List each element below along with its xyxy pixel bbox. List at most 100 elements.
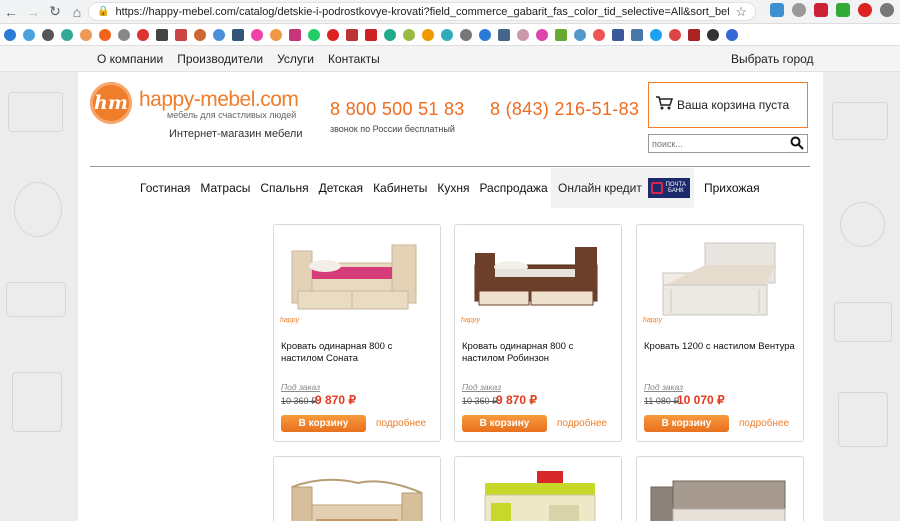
forward-icon[interactable]: → — [22, 1, 44, 23]
bookmark-icon[interactable] — [707, 28, 719, 41]
product-image[interactable] — [280, 233, 435, 335]
nav-link-manufacturers[interactable]: Производители — [177, 52, 263, 66]
search-input[interactable] — [649, 138, 785, 149]
extension-icon[interactable] — [770, 3, 784, 17]
details-link[interactable]: подробнее — [376, 418, 426, 429]
bookmark-icon[interactable] — [460, 28, 472, 41]
bookmark-icon[interactable] — [726, 28, 738, 41]
extension-icon[interactable] — [814, 3, 828, 17]
bookmark-icon[interactable] — [99, 28, 111, 41]
menu-item-kitchen[interactable]: Кухня — [437, 181, 469, 195]
url-text[interactable]: https://happy-mebel.com/catalog/detskie-… — [115, 6, 729, 18]
menu-item-living[interactable]: Гостиная — [140, 181, 190, 195]
opera-icon[interactable] — [858, 3, 872, 17]
product-image[interactable] — [274, 457, 440, 521]
add-to-cart-button[interactable]: В корзину — [462, 415, 547, 432]
product-card[interactable]: happy Кровать одинарная 800 с настилом С… — [273, 224, 441, 442]
bookmark-icon[interactable] — [536, 28, 548, 41]
bookmark-icon[interactable] — [61, 28, 73, 41]
bookmark-icon[interactable] — [327, 28, 339, 41]
product-title[interactable]: Кровать одинарная 800 с настилом Соната — [281, 341, 437, 365]
logo-text[interactable]: happy-mebel.com — [139, 88, 299, 112]
product-card[interactable]: happy Кровать 1200 с настилом Вентура По… — [636, 224, 804, 442]
bookmark-icon[interactable] — [498, 28, 510, 41]
add-to-cart-button[interactable]: В корзину — [281, 415, 366, 432]
bookmark-icon[interactable] — [80, 28, 92, 41]
reload-icon[interactable]: ↻ — [44, 1, 66, 23]
credit-label: Онлайн кредит — [558, 181, 642, 195]
bookmark-icon[interactable] — [42, 28, 54, 41]
menu-item-offices[interactable]: Кабинеты — [373, 181, 427, 195]
menu-item-hallway[interactable]: Прихожая — [704, 181, 760, 195]
bookmark-icon[interactable] — [517, 28, 529, 41]
search-icon[interactable] — [790, 136, 804, 150]
bookmark-icon[interactable] — [137, 28, 149, 41]
city-selector[interactable]: Выбрать город — [731, 52, 814, 66]
bookmark-icon[interactable] — [175, 28, 187, 41]
product-image[interactable] — [637, 457, 803, 521]
bookmark-icon[interactable] — [4, 28, 16, 41]
product-title[interactable]: Кровать 1200 с настилом Вентура — [644, 341, 800, 353]
new-price: 9 870 ₽ — [496, 393, 537, 407]
menu-item-mattresses[interactable]: Матрасы — [200, 181, 250, 195]
bookmark-icon[interactable] — [251, 28, 263, 41]
product-card[interactable] — [636, 456, 804, 521]
menu-item-bedroom[interactable]: Спальня — [260, 181, 308, 195]
bookmark-icon[interactable] — [403, 28, 415, 41]
extension-icon[interactable] — [836, 3, 850, 17]
bookmark-icon[interactable] — [213, 28, 225, 41]
bookmark-icon[interactable] — [650, 28, 662, 41]
avatar[interactable] — [880, 3, 894, 17]
nav-link-about[interactable]: О компании — [97, 52, 163, 66]
bookmark-icon[interactable] — [574, 28, 586, 41]
bookmark-icon[interactable] — [156, 28, 168, 41]
product-image[interactable] — [643, 233, 798, 335]
details-link[interactable]: подробнее — [557, 418, 607, 429]
bookmark-icon[interactable] — [384, 28, 396, 41]
phone-tollfree[interactable]: 8 800 500 51 83 — [330, 99, 465, 120]
add-to-cart-button[interactable]: В корзину — [644, 415, 729, 432]
details-link[interactable]: подробнее — [739, 418, 789, 429]
bookmark-icon[interactable] — [612, 28, 624, 41]
address-bar[interactable]: 🔒 https://happy-mebel.com/catalog/detski… — [88, 2, 756, 21]
site-top-nav: О компании Производители Услуги Контакты… — [0, 46, 900, 72]
new-price: 9 870 ₽ — [315, 393, 356, 407]
nav-link-contacts[interactable]: Контакты — [328, 52, 380, 66]
bookmark-icon[interactable] — [23, 28, 35, 41]
bookmark-icon[interactable] — [422, 28, 434, 41]
bookmark-icon[interactable] — [365, 28, 377, 41]
menu-item-credit[interactable]: Онлайн кредит ПОЧТА БАНК — [551, 168, 694, 208]
product-title[interactable]: Кровать одинарная 800 с настилом Робинзо… — [462, 341, 618, 365]
bookmark-icon[interactable] — [346, 28, 358, 41]
product-card[interactable] — [454, 456, 622, 521]
bookmark-icon[interactable] — [688, 28, 700, 41]
bookmark-star-icon[interactable]: ☆ — [735, 4, 747, 20]
product-image[interactable] — [461, 233, 616, 335]
bookmark-icon[interactable] — [479, 28, 491, 41]
product-card[interactable] — [273, 456, 441, 521]
bookmark-icon[interactable] — [289, 28, 301, 41]
header-divider — [90, 166, 810, 167]
bookmark-icon[interactable] — [669, 28, 681, 41]
bookmark-icon[interactable] — [593, 28, 605, 41]
menu-item-kids[interactable]: Детская — [319, 181, 363, 195]
back-icon[interactable]: ← — [0, 1, 22, 23]
nav-link-services[interactable]: Услуги — [277, 52, 314, 66]
bookmark-icon[interactable] — [631, 28, 643, 41]
bookmark-icon[interactable] — [232, 28, 244, 41]
product-card[interactable]: happy Кровать одинарная 800 с настилом Р… — [454, 224, 622, 442]
phone-local[interactable]: 8 (843) 216-51-83 — [490, 99, 639, 120]
bookmark-icon[interactable] — [308, 28, 320, 41]
cart-box[interactable]: Ваша корзина пуста — [648, 82, 808, 128]
bookmark-icon[interactable] — [441, 28, 453, 41]
logo-icon[interactable]: hm — [90, 82, 132, 124]
bookmark-icon[interactable] — [270, 28, 282, 41]
bookmark-icon[interactable] — [555, 28, 567, 41]
home-icon[interactable]: ⌂ — [66, 1, 88, 23]
bookmark-icon[interactable] — [118, 28, 130, 41]
brand-watermark: happy — [461, 317, 481, 324]
extension-icon[interactable] — [792, 3, 806, 17]
bookmark-icon[interactable] — [194, 28, 206, 41]
menu-item-sale[interactable]: Распродажа — [479, 181, 547, 195]
product-image[interactable] — [455, 457, 621, 521]
